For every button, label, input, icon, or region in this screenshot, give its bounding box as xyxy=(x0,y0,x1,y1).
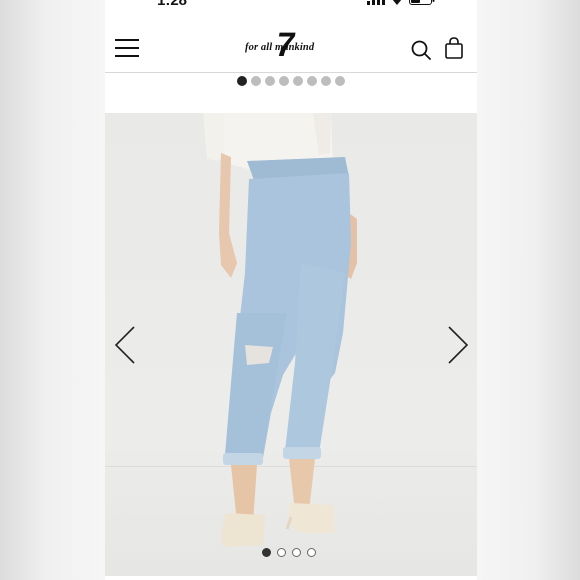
product-photo-illustration xyxy=(203,113,357,547)
phone-screen: 1:28 7 for all mankind xyxy=(105,0,477,580)
menu-icon-bar xyxy=(115,47,139,49)
product-image[interactable] xyxy=(105,113,477,576)
logo-wordmark: for all mankind xyxy=(245,42,315,53)
image-pager-dot[interactable] xyxy=(262,548,271,557)
menu-button[interactable] xyxy=(115,39,139,59)
thumbnail-dot[interactable] xyxy=(251,76,261,86)
search-button[interactable] xyxy=(411,40,431,60)
battery-icon xyxy=(409,0,435,5)
header-divider xyxy=(105,72,477,73)
shoe-right xyxy=(289,503,335,533)
thumbnail-dot[interactable] xyxy=(335,76,345,86)
cuff-left xyxy=(223,453,263,465)
shopping-bag-button[interactable] xyxy=(444,37,464,59)
thumbnail-dot[interactable] xyxy=(293,76,303,86)
next-image-button[interactable] xyxy=(443,323,473,367)
image-pager-dot[interactable] xyxy=(307,548,316,557)
signal-icon xyxy=(367,0,385,5)
menu-icon-bar xyxy=(115,55,139,57)
shoe-left xyxy=(220,513,265,547)
thumbnail-dot[interactable] xyxy=(307,76,317,86)
search-icon xyxy=(411,40,431,60)
shopping-bag-icon xyxy=(445,37,463,59)
chevron-left-icon xyxy=(114,326,135,364)
previous-image-button[interactable] xyxy=(110,323,140,367)
brand-logo[interactable]: 7 for all mankind xyxy=(245,26,335,65)
image-pager-dot[interactable] xyxy=(292,548,301,557)
thumbnail-dot[interactable] xyxy=(265,76,275,86)
thumbnail-pager xyxy=(237,76,345,86)
thumbnail-dot[interactable] xyxy=(237,76,247,86)
status-icons xyxy=(367,0,435,6)
chevron-right-icon xyxy=(448,326,469,364)
menu-icon-bar xyxy=(115,39,139,41)
cuff-right xyxy=(283,447,321,459)
status-bar: 1:28 xyxy=(105,0,477,10)
site-header: 7 for all mankind xyxy=(105,24,477,72)
arm-left xyxy=(219,153,237,278)
thumbnail-dot[interactable] xyxy=(321,76,331,86)
image-pager-dot[interactable] xyxy=(277,548,286,557)
status-time: 1:28 xyxy=(157,0,188,9)
wifi-icon xyxy=(392,0,402,5)
image-pager xyxy=(262,548,316,557)
thumbnail-dot[interactable] xyxy=(279,76,289,86)
knee-rip xyxy=(245,345,273,365)
